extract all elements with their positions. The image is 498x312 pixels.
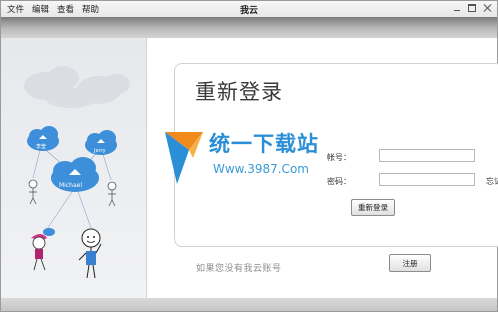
illustration-panel: 李莹 Jerry Michael xyxy=(1,38,147,298)
forgot-link[interactable]: 忘记 xyxy=(486,176,498,187)
small-person-icon xyxy=(107,181,117,207)
stick-man-icon xyxy=(78,228,102,279)
register-button[interactable]: 注册 xyxy=(389,254,431,272)
login-title: 重新登录 xyxy=(195,80,283,104)
watermark-logo-icon xyxy=(165,132,203,184)
minimize-icon[interactable] xyxy=(453,4,461,12)
girl-figure-icon xyxy=(31,228,55,271)
watermark-url: Www.3987.Com xyxy=(213,162,309,176)
password-field[interactable] xyxy=(379,173,475,186)
watermark-text: 统一下载站 xyxy=(209,132,319,156)
relogin-button[interactable]: 重新登录 xyxy=(351,199,395,216)
cloud-people-illustration: 李莹 Jerry Michael xyxy=(24,66,130,279)
header-band xyxy=(1,17,497,38)
window-title: 我云 xyxy=(239,6,258,16)
close-icon[interactable] xyxy=(483,4,491,12)
user1-label: 李莹 xyxy=(36,143,46,150)
bottom-strip xyxy=(1,298,497,311)
username-field[interactable] xyxy=(379,149,475,162)
register-hint: 如果您没有我云账号 xyxy=(196,264,282,274)
window-controls xyxy=(453,4,491,12)
title-bar: 文件 编辑 查看 帮助 我云 xyxy=(1,1,497,17)
maximize-icon[interactable] xyxy=(468,4,476,12)
watermark: 统一下载站 Www.3987.Com xyxy=(163,128,363,190)
app-window: 文件 编辑 查看 帮助 我云 李莹 Jerry Michael 重新登录 帐号：… xyxy=(0,0,498,312)
small-person-icon xyxy=(28,179,38,205)
background-clouds-icon xyxy=(24,66,130,108)
user3-label: Michael xyxy=(59,182,82,189)
user2-label: Jerry xyxy=(93,148,106,154)
